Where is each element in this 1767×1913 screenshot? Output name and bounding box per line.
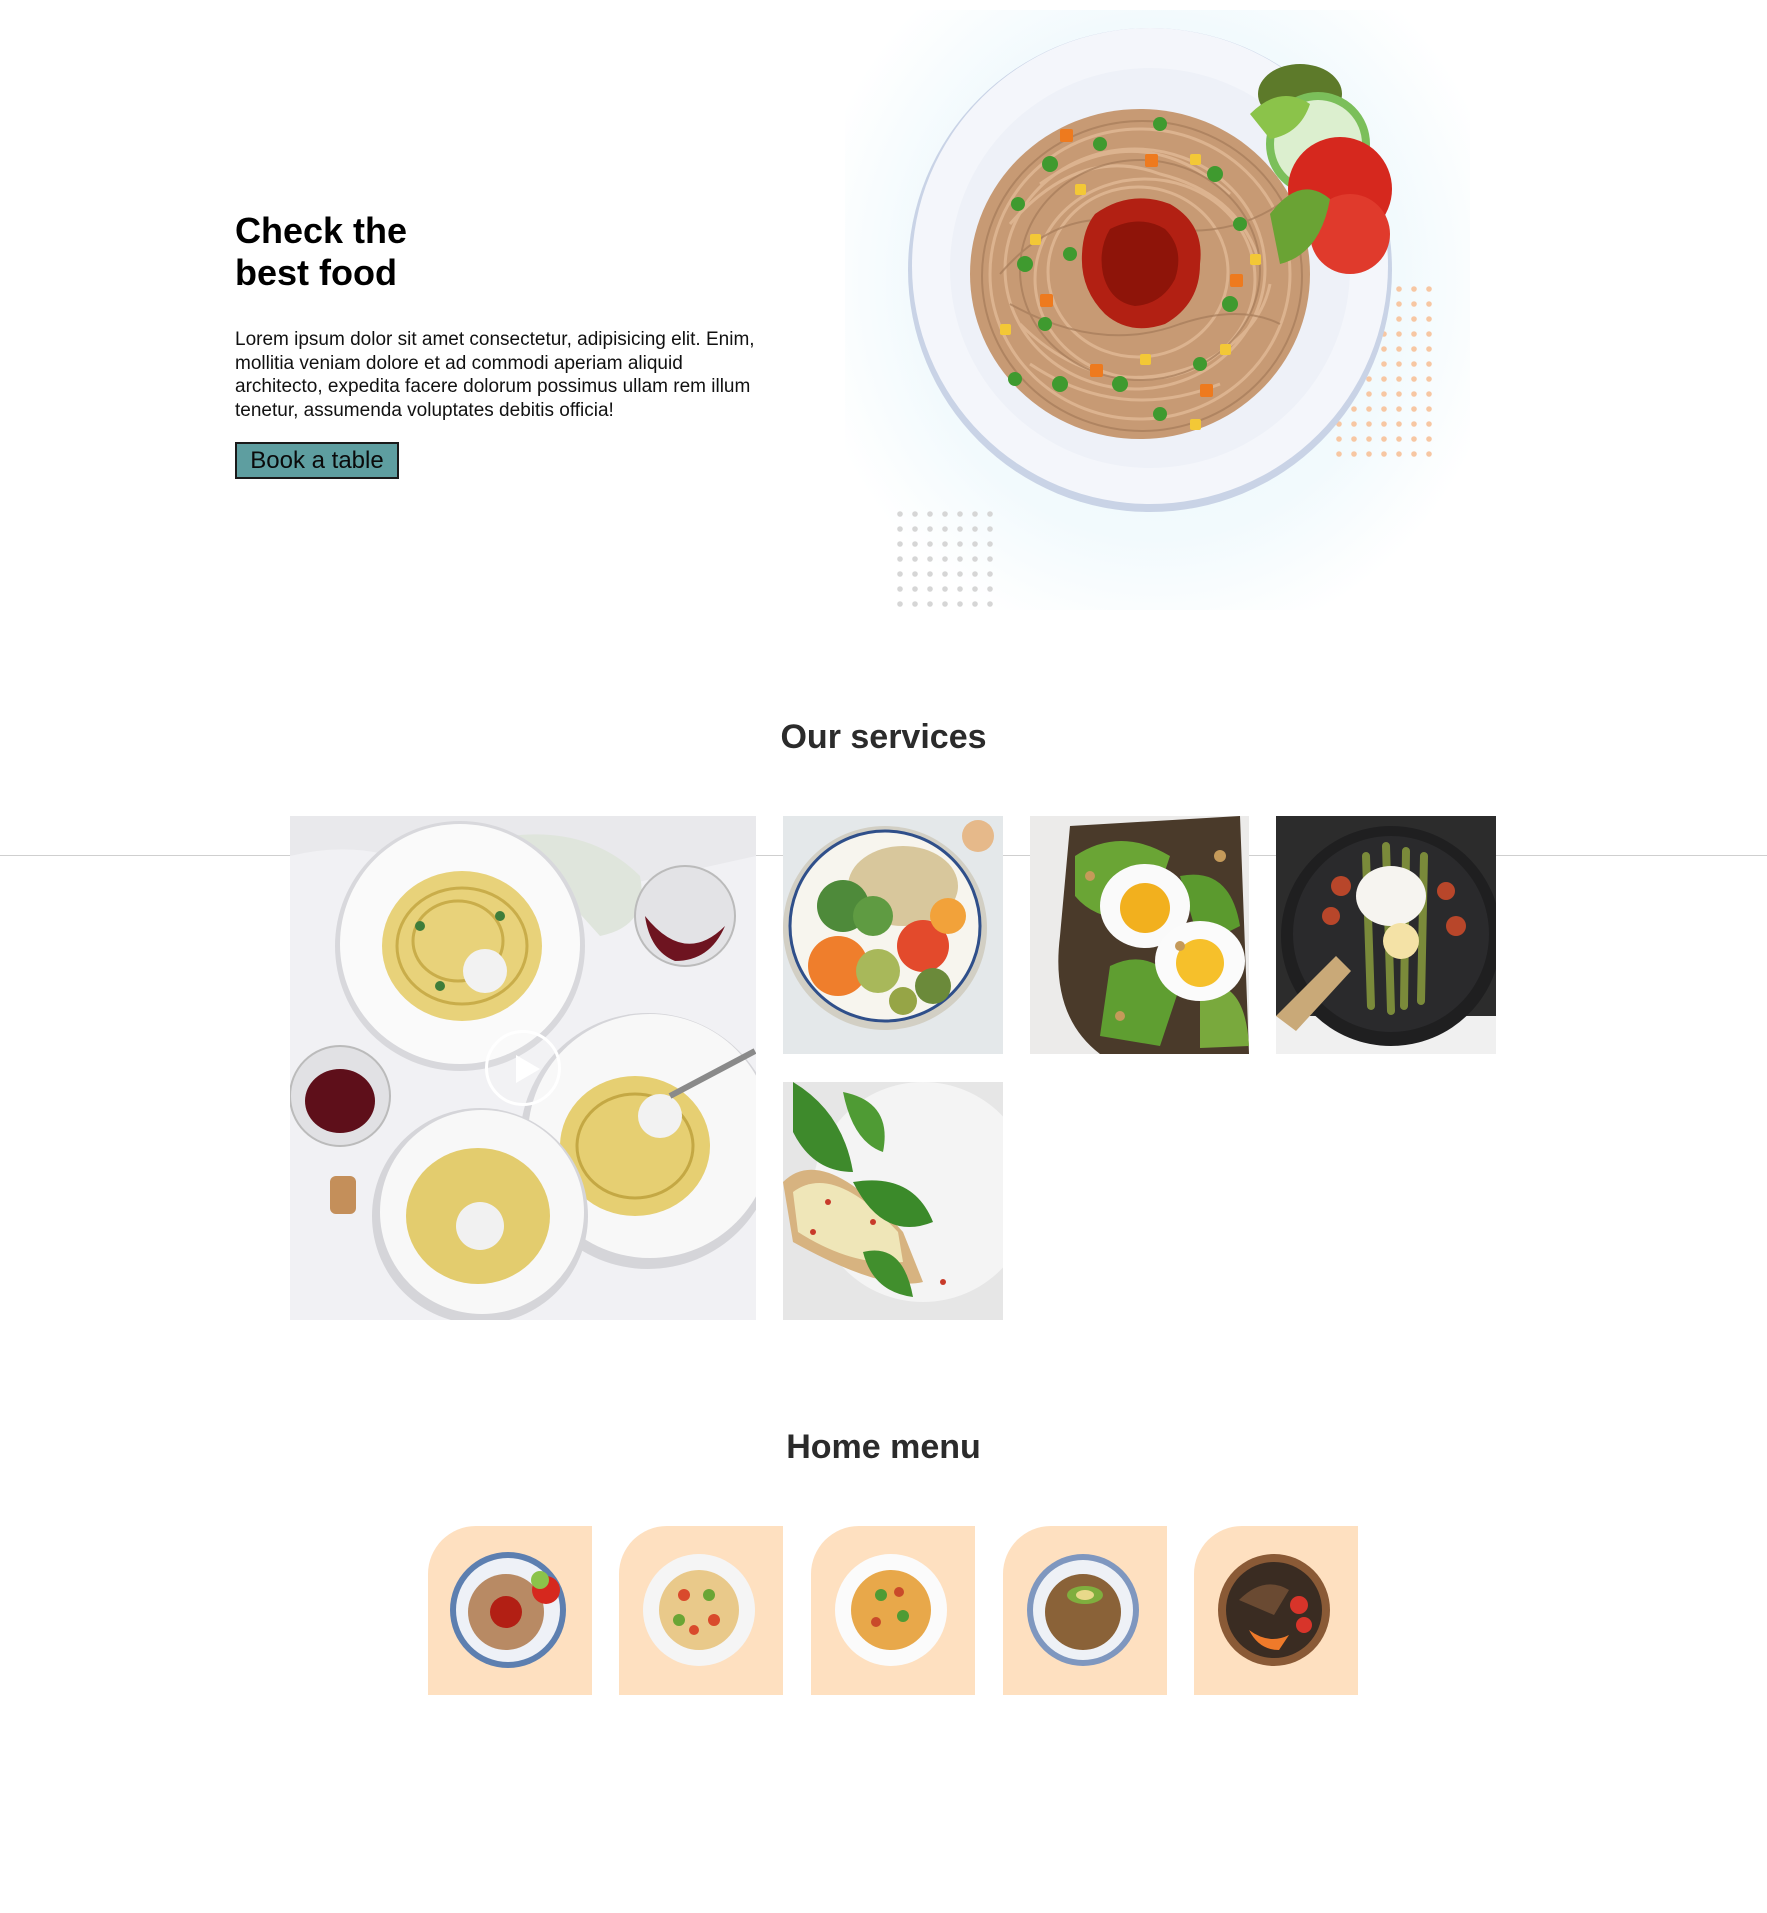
menu-title: Home menu	[786, 1428, 981, 1466]
menu-dish-image	[1027, 1554, 1139, 1666]
hero-title-line-2: best food	[235, 252, 397, 293]
menu-dish-image	[450, 1552, 566, 1668]
service-tile-egg-toast[interactable]	[1030, 816, 1249, 1054]
menu-item-4[interactable]	[1003, 1526, 1167, 1695]
menu-dish-image	[1218, 1554, 1330, 1666]
service-tile-asparagus[interactable]	[1276, 816, 1496, 1054]
menu-item-5[interactable]	[1194, 1526, 1358, 1695]
service-tile-veggie-bowl[interactable]	[783, 816, 1003, 1054]
menu-item-2[interactable]	[619, 1526, 783, 1695]
menu-item-3[interactable]	[811, 1526, 975, 1695]
dot-pattern-grey	[896, 510, 994, 610]
menu-dish-image	[835, 1554, 947, 1666]
hero-title: Check the best food	[235, 210, 495, 294]
services-title: Our services	[780, 718, 987, 756]
hero-description: Lorem ipsum dolor sit amet consectetur, …	[235, 329, 755, 421]
book-table-button[interactable]: Book a table	[235, 442, 399, 479]
menu-dish-image	[643, 1554, 755, 1666]
play-icon[interactable]	[485, 1030, 561, 1106]
hero-title-line-1: Check the	[235, 210, 408, 251]
hero-food-image	[908, 28, 1392, 512]
service-tile-spinach-toast[interactable]	[783, 1082, 1003, 1320]
menu-item-1[interactable]	[428, 1526, 592, 1695]
